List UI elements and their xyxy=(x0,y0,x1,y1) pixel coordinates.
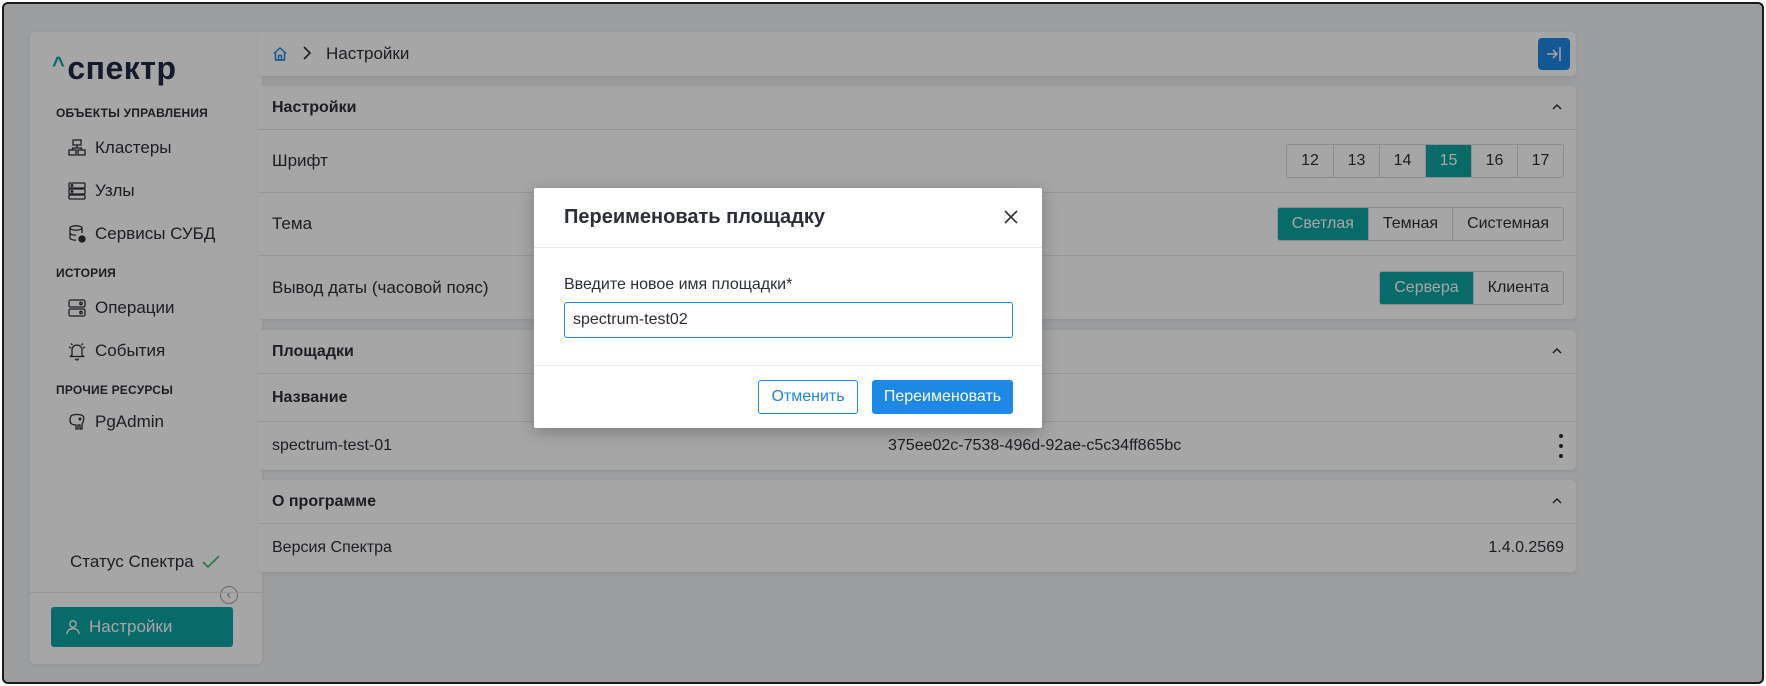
dialog-header: Переименовать площадку xyxy=(534,188,1042,248)
dialog-body: Введите новое имя площадки* xyxy=(534,248,1042,366)
rename-site-dialog: Переименовать площадку Введите новое имя… xyxy=(534,188,1042,428)
dialog-title: Переименовать площадку xyxy=(564,206,825,228)
cancel-button[interactable]: Отменить xyxy=(758,380,858,414)
site-name-label: Введите новое имя площадки* xyxy=(564,276,793,293)
app-window: ^спектр ОБЪЕКТЫ УПРАВЛЕНИЯ Кластеры Узлы… xyxy=(2,2,1764,684)
site-name-input[interactable] xyxy=(564,302,1013,338)
dialog-footer: Отменить Переименовать xyxy=(534,366,1042,428)
close-icon[interactable] xyxy=(1002,208,1020,226)
rename-button[interactable]: Переименовать xyxy=(872,380,1013,414)
